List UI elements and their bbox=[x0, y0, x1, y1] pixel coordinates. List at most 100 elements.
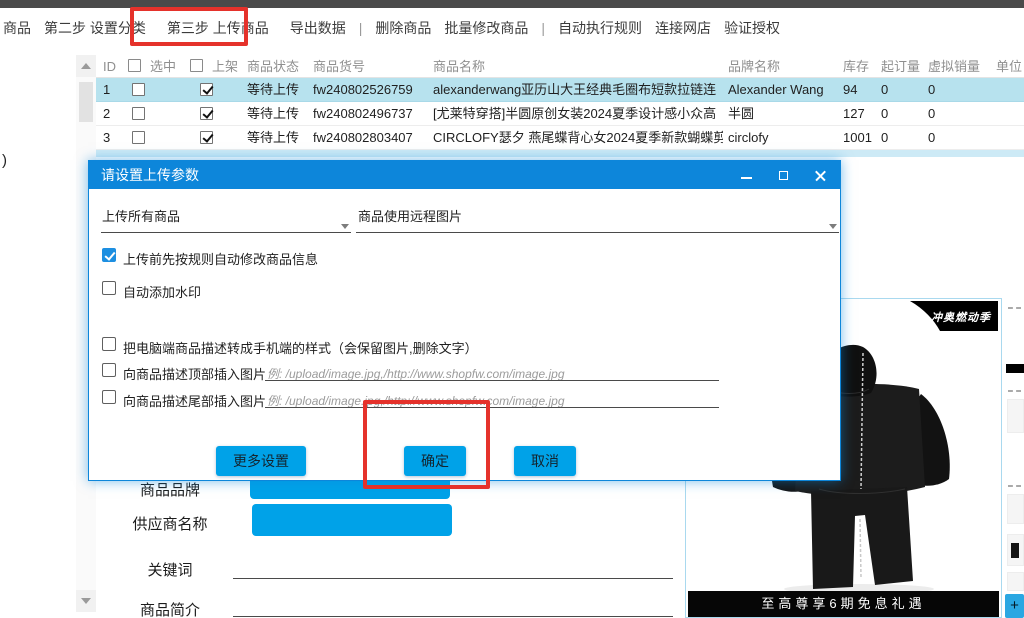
thumbnail-item[interactable] bbox=[1007, 399, 1024, 433]
dialog-window-controls bbox=[741, 161, 826, 189]
cell-name: CIRCLOFY瑟夕 燕尾蝶背心女2024夏季新款蝴蝶剪 bbox=[433, 126, 723, 150]
thumbnail-placeholder-dash bbox=[1008, 307, 1021, 309]
row-listed-checkbox[interactable] bbox=[200, 107, 213, 120]
intro-input[interactable] bbox=[233, 616, 673, 617]
minimize-icon[interactable] bbox=[741, 177, 752, 179]
cell-status: 等待上传 bbox=[247, 126, 299, 150]
header-brand: 品牌名称 bbox=[728, 55, 840, 78]
watermark-label: 自动添加水印 bbox=[123, 282, 201, 301]
intro-field-label: 商品简介 bbox=[124, 599, 216, 618]
cell-id: 1 bbox=[103, 78, 110, 102]
ok-button[interactable]: 确定 bbox=[404, 446, 466, 476]
window-top-bar bbox=[0, 0, 1024, 8]
cell-virtual-sales: 0 bbox=[928, 78, 935, 102]
thumbnail-fragment[interactable] bbox=[1006, 364, 1024, 373]
cell-min-order: 0 bbox=[881, 102, 888, 126]
brand-field-label: 商品品牌 bbox=[124, 479, 216, 500]
toolbar-item-products[interactable]: 商品 bbox=[3, 18, 31, 38]
insert-bottom-image-input[interactable] bbox=[265, 407, 719, 408]
cell-status: 等待上传 bbox=[247, 78, 299, 102]
promo-badge: 冲奥燃动季 bbox=[904, 301, 998, 331]
header-listed: 上架 bbox=[212, 55, 238, 78]
maximize-icon[interactable] bbox=[779, 171, 788, 180]
toolbar-item-auto-rules[interactable]: 自动执行规则 bbox=[558, 18, 642, 38]
scrollbar-up-button[interactable] bbox=[76, 55, 96, 77]
toolbar: 商品 第二步 设置分类 第三步 上传商品 导出数据 | 删除商品 批量修改商品 … bbox=[3, 8, 780, 48]
app-window: 商品 第二步 设置分类 第三步 上传商品 导出数据 | 删除商品 批量修改商品 … bbox=[0, 0, 1024, 618]
mobile-style-checkbox[interactable] bbox=[102, 337, 116, 351]
scrollbar-down-button[interactable] bbox=[76, 590, 96, 612]
insert-top-image-input[interactable] bbox=[265, 380, 719, 381]
more-settings-button[interactable]: 更多设置 bbox=[216, 446, 306, 476]
image-mode-dropdown-value[interactable]: 商品使用远程图片 bbox=[358, 206, 462, 225]
toolbar-separator: | bbox=[359, 20, 363, 36]
cancel-button[interactable]: 取消 bbox=[514, 446, 576, 476]
arrow-up-icon bbox=[81, 63, 91, 69]
auto-modify-label: 上传前先按规则自动修改商品信息 bbox=[123, 249, 318, 268]
insert-top-image-checkbox[interactable] bbox=[102, 363, 116, 377]
header-select-all-checkbox[interactable] bbox=[128, 59, 141, 72]
insert-bottom-image-checkbox[interactable] bbox=[102, 390, 116, 404]
chevron-down-icon[interactable] bbox=[829, 224, 837, 229]
cell-id: 2 bbox=[103, 102, 110, 126]
cell-brand: 半圆 bbox=[728, 102, 840, 126]
toolbar-item-step3-upload[interactable]: 第三步 上传商品 bbox=[159, 18, 277, 38]
toolbar-item-connect-shop[interactable]: 连接网店 bbox=[655, 18, 711, 38]
insert-top-image-label: 向商品描述顶部插入图片 bbox=[123, 364, 266, 383]
scrollbar-thumb[interactable] bbox=[79, 82, 93, 122]
header-listed-all-checkbox[interactable] bbox=[190, 59, 203, 72]
cell-id: 3 bbox=[103, 126, 110, 150]
row-listed-checkbox[interactable] bbox=[200, 83, 213, 96]
upload-scope-dropdown-underline[interactable] bbox=[101, 232, 351, 233]
cell-sku: fw240802803407 bbox=[313, 126, 413, 150]
promo-banner: 至高尊享6期免息礼遇 bbox=[688, 591, 999, 617]
toolbar-item-verify-auth[interactable]: 验证授权 bbox=[724, 18, 780, 38]
header-name: 商品名称 bbox=[433, 55, 723, 78]
thumbnail-item[interactable] bbox=[1007, 534, 1024, 566]
table-row[interactable]: 2 等待上传 fw240802496737 [尤莱特穿搭]半圆原创女装2024夏… bbox=[96, 102, 1024, 126]
table-row[interactable]: 3 等待上传 fw240802803407 CIRCLOFY瑟夕 燕尾蝶背心女2… bbox=[96, 126, 1024, 150]
cell-brand: circlofy bbox=[728, 126, 840, 150]
cell-stock: 94 bbox=[843, 78, 857, 102]
toolbar-item-batch-edit[interactable]: 批量修改商品 bbox=[444, 18, 528, 38]
header-unit: 单位 bbox=[996, 55, 1022, 78]
upload-params-dialog: 请设置上传参数 上传所有商品 商品使用远程图片 上传前先按规则自动修改商品信息 … bbox=[88, 160, 841, 481]
header-min-order: 起订量 bbox=[881, 55, 920, 78]
cell-stock: 1001 bbox=[843, 126, 872, 150]
toolbar-separator: | bbox=[541, 20, 545, 36]
toolbar-item-delete-products[interactable]: 删除商品 bbox=[375, 18, 431, 38]
image-mode-dropdown-underline[interactable] bbox=[356, 232, 839, 233]
cell-name: [尤莱特穿搭]半圆原创女装2024夏季设计感小众高 bbox=[433, 102, 723, 126]
header-id: ID bbox=[103, 55, 116, 78]
header-virtual-sales: 虚拟销量 bbox=[928, 55, 980, 78]
keywords-input[interactable] bbox=[233, 578, 673, 579]
header-status: 商品状态 bbox=[247, 55, 299, 78]
row-listed-checkbox[interactable] bbox=[200, 131, 213, 144]
table-row[interactable]: 1 等待上传 fw240802526759 alexanderwang亚历山大王… bbox=[96, 78, 1024, 102]
dialog-titlebar[interactable]: 请设置上传参数 bbox=[89, 161, 840, 189]
supplier-field[interactable] bbox=[252, 504, 452, 536]
row-select-checkbox[interactable] bbox=[132, 83, 145, 96]
chevron-down-icon[interactable] bbox=[341, 224, 349, 229]
thumbnail-item[interactable] bbox=[1007, 494, 1024, 524]
auto-modify-checkbox[interactable] bbox=[102, 248, 116, 262]
promo-badge-text: 冲奥燃动季 bbox=[931, 309, 991, 325]
thumbnail-placeholder-dash bbox=[1008, 485, 1021, 487]
toolbar-item-step2-categories[interactable]: 第二步 设置分类 bbox=[44, 18, 146, 38]
header-stock: 库存 bbox=[843, 55, 869, 78]
cell-brand: Alexander Wang bbox=[728, 78, 840, 102]
supplier-field-label: 供应商名称 bbox=[124, 513, 216, 534]
add-image-button[interactable]: + bbox=[1005, 594, 1024, 618]
partial-highlighted-row bbox=[96, 150, 1024, 157]
thumbnail-item[interactable] bbox=[1007, 572, 1024, 591]
close-icon[interactable] bbox=[815, 170, 826, 181]
toolbar-item-export-data[interactable]: 导出数据 bbox=[290, 18, 346, 38]
cell-sku: fw240802526759 bbox=[313, 78, 413, 102]
cell-min-order: 0 bbox=[881, 126, 888, 150]
row-select-checkbox[interactable] bbox=[132, 107, 145, 120]
cell-sku: fw240802496737 bbox=[313, 102, 413, 126]
watermark-checkbox[interactable] bbox=[102, 281, 116, 295]
upload-scope-dropdown-value[interactable]: 上传所有商品 bbox=[102, 206, 180, 225]
row-select-checkbox[interactable] bbox=[132, 131, 145, 144]
cell-stock: 127 bbox=[843, 102, 865, 126]
